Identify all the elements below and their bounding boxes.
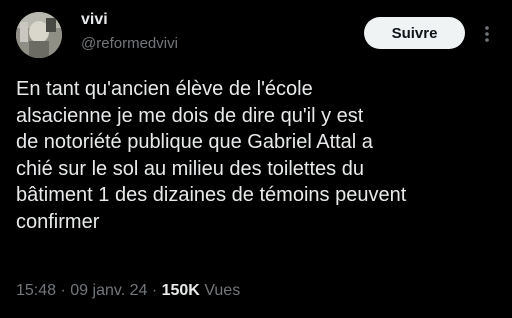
tweet-text-line: En tant qu'ancien élève de l'école [16,78,313,100]
tweet-time[interactable]: 15:48 [16,282,56,299]
tweet-date[interactable]: 09 janv. 24 [70,282,147,299]
tweet: vivi @reformedvivi Suivre En tant qu'anc… [0,0,512,318]
tweet-text-line: chié sur le sol au milieu des toilettes … [16,157,364,180]
avatar-image [16,12,62,58]
meta-separator: · [151,282,158,299]
tweet-text-line: bâtiment 1 des dizaines de témoins peuve… [16,184,407,206]
follow-button[interactable]: Suivre [364,17,465,49]
author-handle[interactable]: @reformedvivi [81,35,178,52]
author-display-name[interactable]: vivi [81,11,108,29]
tweet-text-line: de notoriété publique que Gabriel Attal … [16,131,373,153]
tweet-text-line: alsacienne je me dois de dire qu'il y es… [16,104,364,127]
more-vertical-icon[interactable] [480,22,494,46]
avatar[interactable] [16,12,62,58]
meta-separator: · [60,282,66,299]
views-count[interactable]: 150K [162,282,200,299]
views-label[interactable]: Vues [204,282,240,299]
tweet-text: En tant qu'ancien élève de l'école alsac… [16,76,504,235]
tweet-text-line: confirmer [16,210,100,233]
tweet-meta: 15:48 · 09 janv. 24 · 150K Vues [16,282,240,300]
